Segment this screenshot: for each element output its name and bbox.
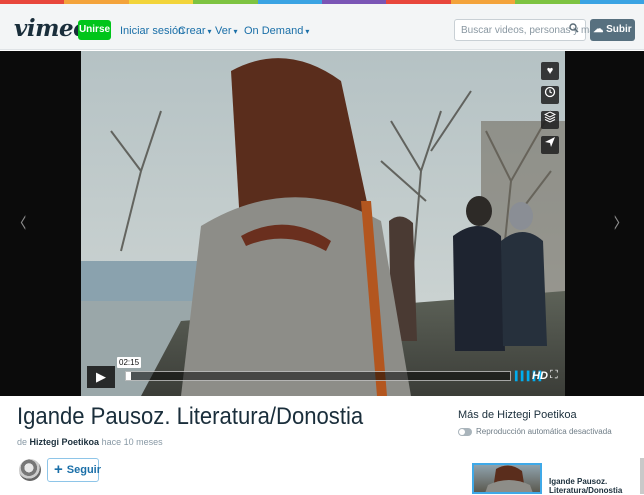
chevron-down-icon: ▾ bbox=[233, 27, 238, 36]
related-title[interactable]: Igande Pausoz. Literatura/Donostia bbox=[549, 477, 639, 495]
autoplay-label: Reproducción automática desactivada bbox=[476, 427, 612, 436]
nav-login-label: Iniciar sesión bbox=[120, 25, 185, 37]
follow-button[interactable]: + Seguir bbox=[47, 458, 101, 482]
search-icon[interactable] bbox=[569, 23, 579, 36]
heart-icon[interactable]: ♥ bbox=[541, 62, 559, 80]
search-input[interactable]: Buscar videos, personas y más bbox=[454, 19, 600, 41]
play-button[interactable]: ▶ bbox=[87, 366, 115, 388]
time-badge: 02:15 bbox=[117, 357, 142, 368]
byline: de Hiztegi Poetikoa hace 10 meses bbox=[17, 437, 163, 447]
progress-bar[interactable] bbox=[125, 371, 511, 381]
clock-icon[interactable] bbox=[541, 86, 559, 104]
avatar[interactable] bbox=[19, 459, 41, 481]
nav-on-demand[interactable]: On Demand ▾ bbox=[244, 25, 309, 37]
player-area: ‹ › ♥ ▶ 02:15 ▍▍▍▍▍ HD ⛶ bbox=[0, 51, 644, 396]
search-placeholder: Buscar videos, personas y más bbox=[461, 25, 600, 36]
nav-create-label: Crear bbox=[178, 25, 206, 37]
nav-watch[interactable]: Ver ▾ bbox=[215, 25, 238, 37]
video-frame[interactable] bbox=[81, 51, 565, 396]
progress-fill bbox=[126, 372, 131, 380]
chevron-down-icon: ▾ bbox=[207, 27, 212, 36]
player-controls: ▶ 02:15 ▍▍▍▍▍ HD ⛶ bbox=[87, 357, 560, 388]
nav-watch-label: Ver bbox=[215, 25, 232, 37]
time-ago: hace 10 meses bbox=[101, 437, 163, 447]
byline-prefix: de bbox=[17, 437, 28, 447]
author-link[interactable]: Hiztegi Poetikoa bbox=[30, 437, 100, 447]
chevron-down-icon: ▾ bbox=[305, 27, 310, 36]
upload-cloud-icon: ☁ bbox=[593, 24, 604, 35]
video-title: Igande Pausoz. Literatura/Donostia bbox=[17, 403, 364, 430]
nav-on-demand-label: On Demand bbox=[244, 25, 304, 37]
fullscreen-icon[interactable]: ⛶ bbox=[550, 369, 558, 382]
plus-icon: + bbox=[54, 461, 63, 478]
layers-icon[interactable] bbox=[541, 111, 559, 129]
nav-login[interactable]: Iniciar sesión bbox=[120, 25, 184, 37]
hd-button[interactable]: HD bbox=[532, 370, 548, 382]
join-button[interactable]: Unirse bbox=[78, 20, 111, 40]
next-arrow-icon[interactable]: › bbox=[613, 201, 621, 242]
scrollbar[interactable] bbox=[640, 458, 644, 494]
nav-create[interactable]: Crear ▾ bbox=[178, 25, 212, 37]
previous-arrow-icon[interactable]: ‹ bbox=[19, 201, 27, 242]
follow-label: Seguir bbox=[66, 464, 101, 476]
autoplay-toggle[interactable] bbox=[458, 428, 472, 436]
more-from-heading: Más de Hiztegi Poetikoa bbox=[458, 409, 577, 421]
related-thumbnail[interactable] bbox=[472, 463, 542, 494]
top-header: vimeo Unirse Iniciar sesión Crear ▾ Ver ▾ … bbox=[0, 4, 644, 50]
video-still bbox=[81, 51, 565, 396]
upload-label: Subir bbox=[606, 24, 632, 35]
paper-plane-icon[interactable] bbox=[541, 136, 559, 154]
vimeo-logo[interactable]: vimeo bbox=[14, 15, 88, 42]
upload-button[interactable]: ☁ Subir bbox=[590, 19, 635, 41]
